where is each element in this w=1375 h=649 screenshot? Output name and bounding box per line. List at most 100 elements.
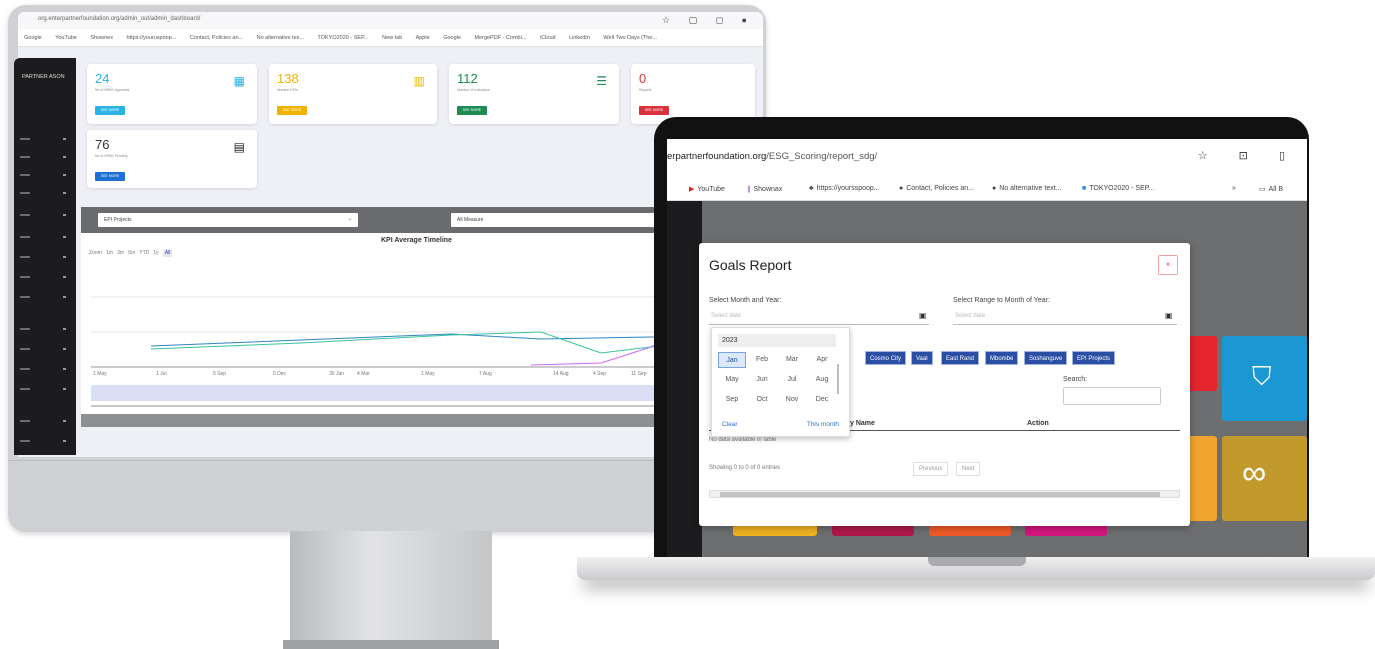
range-label: Select Range to Month of Year: <box>953 297 1050 304</box>
column-header-name[interactable]: y Name <box>850 420 875 427</box>
bookmark[interactable]: No alternative tex... <box>257 35 304 41</box>
sidebar-item[interactable] <box>20 276 70 278</box>
month-option[interactable]: Feb <box>748 352 776 368</box>
bookmark[interactable]: Contact, Policies an... <box>190 35 243 41</box>
bookmark[interactable]: TOKYO2020 - SEP... <box>317 35 368 41</box>
monitor-bookmarks-bar: Google YouTube Shownex https://youruspoo… <box>18 29 763 47</box>
month-option[interactable]: Sep <box>718 392 746 408</box>
sidebar-item[interactable] <box>20 156 70 158</box>
bookmark[interactable]: New tab <box>382 35 402 41</box>
sidebar-item[interactable] <box>20 368 70 370</box>
x-tick: 1 Jul <box>156 371 167 377</box>
month-option[interactable]: Oct <box>748 392 776 408</box>
month-year-input[interactable]: Select date <box>709 309 929 325</box>
month-option[interactable]: Jul <box>778 372 806 388</box>
see-more-button[interactable]: SEE MORE <box>457 106 487 115</box>
calendar-icon[interactable]: ▣ <box>1165 311 1173 320</box>
shownax-icon: ∥ <box>747 186 751 193</box>
search-input[interactable] <box>1063 387 1161 405</box>
range-input[interactable]: Select date <box>953 309 1177 325</box>
bookmark[interactable]: Shownex <box>90 35 113 41</box>
filter-chip[interactable]: Mbombe <box>985 351 1019 365</box>
picker-scrollbar[interactable] <box>837 364 839 394</box>
series-line-blue <box>150 333 742 347</box>
bookmark[interactable]: iCloud <box>540 35 556 41</box>
previous-button[interactable]: Previous <box>913 462 949 476</box>
laptop-address-bar[interactable]: erpartnerfoundation.org/ESG_Scoring/repo… <box>667 139 1307 177</box>
sidebar-item[interactable] <box>20 192 70 194</box>
month-option[interactable]: May <box>718 372 746 388</box>
this-month-button[interactable]: This month <box>807 421 839 428</box>
see-more-button[interactable]: SEE MORE <box>639 106 669 115</box>
scrollbar-thumb[interactable] <box>720 492 1160 497</box>
sidebar-item[interactable] <box>20 214 70 216</box>
sidebar-item[interactable] <box>20 348 70 350</box>
sdg-tile-infinity[interactable]: ∞ <box>1222 436 1307 521</box>
sdg-tile-water[interactable]: ⛉ <box>1222 336 1307 421</box>
monitor-address-bar[interactable]: org.enterpartnerfoundation.org/admin_out… <box>18 12 763 29</box>
filter-chip[interactable]: East Rand <box>941 351 980 365</box>
see-more-button[interactable]: SEE MORE <box>95 106 125 115</box>
bookmark-no-alt[interactable]: ● No alternative text... <box>992 185 1062 192</box>
stat-card-pending: 76 No of NPAS Pending SEE MORE ▤ <box>87 130 257 188</box>
clear-button[interactable]: Clear <box>722 421 738 428</box>
x-tick: 1 May <box>93 371 107 377</box>
month-option[interactable]: Dec <box>808 392 836 408</box>
bookmark[interactable]: YouTube <box>55 35 77 41</box>
bookmark-shownax[interactable]: ∥ Shownax <box>747 185 782 193</box>
sidebar-item[interactable] <box>20 256 70 258</box>
laptop-url-path: /ESG_Scoring/report_sdg/ <box>766 151 878 162</box>
month-option[interactable]: Jun <box>748 372 776 388</box>
kpi-timeline-chart: 1 May 1 Jul 5 Sep 5 Dec 30 Jan 4 Mar 1 M… <box>91 296 742 407</box>
month-option[interactable]: Nov <box>778 392 806 408</box>
stat-number: 24 <box>95 71 110 86</box>
bookmark[interactable]: Google <box>24 35 42 41</box>
browser-toolbar-icons[interactable]: ☆ ⊡ ▯ <box>1198 149 1299 162</box>
month-option-selected[interactable]: Jan <box>718 352 746 368</box>
column-header-action[interactable]: Action <box>1027 420 1049 427</box>
bookmark[interactable]: Google <box>443 35 461 41</box>
sidebar-item[interactable] <box>20 236 70 238</box>
filter-chip[interactable]: EPI Projects <box>1072 351 1116 365</box>
month-option[interactable]: Aug <box>808 372 836 388</box>
navigator-range[interactable] <box>91 385 741 401</box>
bookmark[interactable]: MergePDF - Combi... <box>474 35 526 41</box>
horizontal-scrollbar[interactable] <box>709 490 1180 498</box>
x-tick: 7 Aug <box>479 371 492 377</box>
see-more-button[interactable]: SEE MORE <box>277 106 307 115</box>
bookmark-contact[interactable]: ● Contact, Policies an... <box>899 185 974 192</box>
see-more-button[interactable]: SEE MORE <box>95 172 125 181</box>
building-icon: ▦ <box>233 74 245 88</box>
filter-chip[interactable]: Soshanguve <box>1024 351 1068 365</box>
month-option[interactable]: Apr <box>808 352 836 368</box>
sidebar-item[interactable] <box>20 440 70 442</box>
sidebar-item[interactable] <box>20 328 70 330</box>
monitor-chin <box>8 460 766 532</box>
sidebar-item[interactable] <box>20 138 70 140</box>
bookmark-link[interactable]: ♣ https://yoursspoop... <box>809 185 880 192</box>
monitor-window-controls[interactable]: ☆ ▢ ◻ ● <box>662 15 755 26</box>
bookmark-tokyo[interactable]: ■ TOKYO2020 - SEP... <box>1082 185 1154 192</box>
sidebar-item[interactable] <box>20 296 70 298</box>
link-icon: ♣ <box>809 185 814 192</box>
bookmark[interactable]: Apple <box>416 35 430 41</box>
more-bookmarks-icon[interactable]: » <box>1232 185 1236 192</box>
sidebar-item[interactable] <box>20 174 70 176</box>
navigator-scrollbar[interactable] <box>91 405 741 407</box>
stat-number: 0 <box>639 71 647 86</box>
all-bookmarks[interactable]: ▭ All B <box>1259 185 1283 193</box>
filter-chip[interactable]: Vaal <box>911 351 933 365</box>
bookmark-youtube[interactable]: ▶ YouTube <box>689 185 725 193</box>
filter-chip[interactable]: Cosmo City <box>865 351 907 365</box>
next-button[interactable]: Next <box>956 462 981 476</box>
list-icon: ☰ <box>596 74 607 88</box>
bookmark[interactable]: Well Two Days (The... <box>603 35 657 41</box>
bookmark[interactable]: https://youruspoop... <box>127 35 177 41</box>
bookmark[interactable]: LinkedIn <box>569 35 590 41</box>
calendar-icon[interactable]: ▣ <box>919 311 927 320</box>
sidebar-item[interactable] <box>20 388 70 390</box>
sidebar-item[interactable] <box>20 420 70 422</box>
month-option[interactable]: Mar <box>778 352 806 368</box>
close-button[interactable]: × <box>1158 255 1178 275</box>
picker-year[interactable]: 2023 <box>718 334 836 347</box>
